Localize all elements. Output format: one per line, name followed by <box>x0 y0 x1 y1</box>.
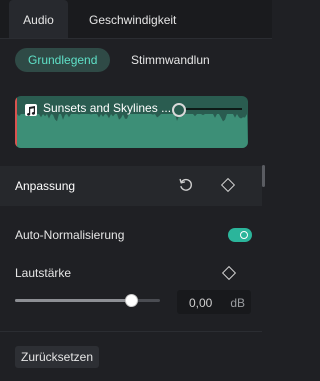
volume-unit: dB <box>230 296 245 310</box>
volume-keyframe-icon[interactable] <box>221 265 237 281</box>
volume-slider-handle[interactable] <box>125 294 138 307</box>
audio-clip-body: Sunsets and Skylines ... <box>15 96 248 148</box>
divider <box>0 331 262 332</box>
auto-normalization-toggle[interactable] <box>228 228 252 242</box>
clip-start-marker <box>15 96 17 148</box>
clip-title: Sunsets and Skylines ... <box>43 101 172 115</box>
volume-input[interactable]: 0,00 dB <box>177 290 251 314</box>
volume-slider-fill <box>15 299 131 302</box>
keyframe-diamond-icon[interactable] <box>220 177 236 193</box>
reset-button[interactable]: Zurücksetzen <box>15 346 100 368</box>
adjustment-title: Anpassung <box>15 179 76 193</box>
volume-value[interactable]: 0,00 <box>189 296 212 310</box>
reset-icon[interactable] <box>178 177 194 193</box>
toggle-knob <box>240 231 248 239</box>
volume-label: Lautstärke <box>15 266 72 280</box>
adjustment-section-header[interactable]: Anpassung <box>0 166 262 206</box>
volume-slider-track[interactable] <box>15 299 160 302</box>
audio-clip[interactable]: Sunsets and Skylines ... <box>15 96 248 148</box>
scrollbar[interactable] <box>262 165 265 187</box>
tab-audio[interactable]: Audio <box>9 0 68 38</box>
clip-volume-line <box>178 108 242 110</box>
clip-volume-handle[interactable] <box>172 103 186 117</box>
tab-speed[interactable]: Geschwindigkeit <box>89 0 176 38</box>
music-note-icon <box>25 104 37 116</box>
subtab-voice-change[interactable]: Stimmwandlun <box>118 48 240 72</box>
tab-bar: Audio Geschwindigkeit <box>0 0 272 39</box>
auto-normalization-label: Auto-Normalisierung <box>15 228 125 242</box>
subtab-basic[interactable]: Grundlegend <box>15 48 111 72</box>
